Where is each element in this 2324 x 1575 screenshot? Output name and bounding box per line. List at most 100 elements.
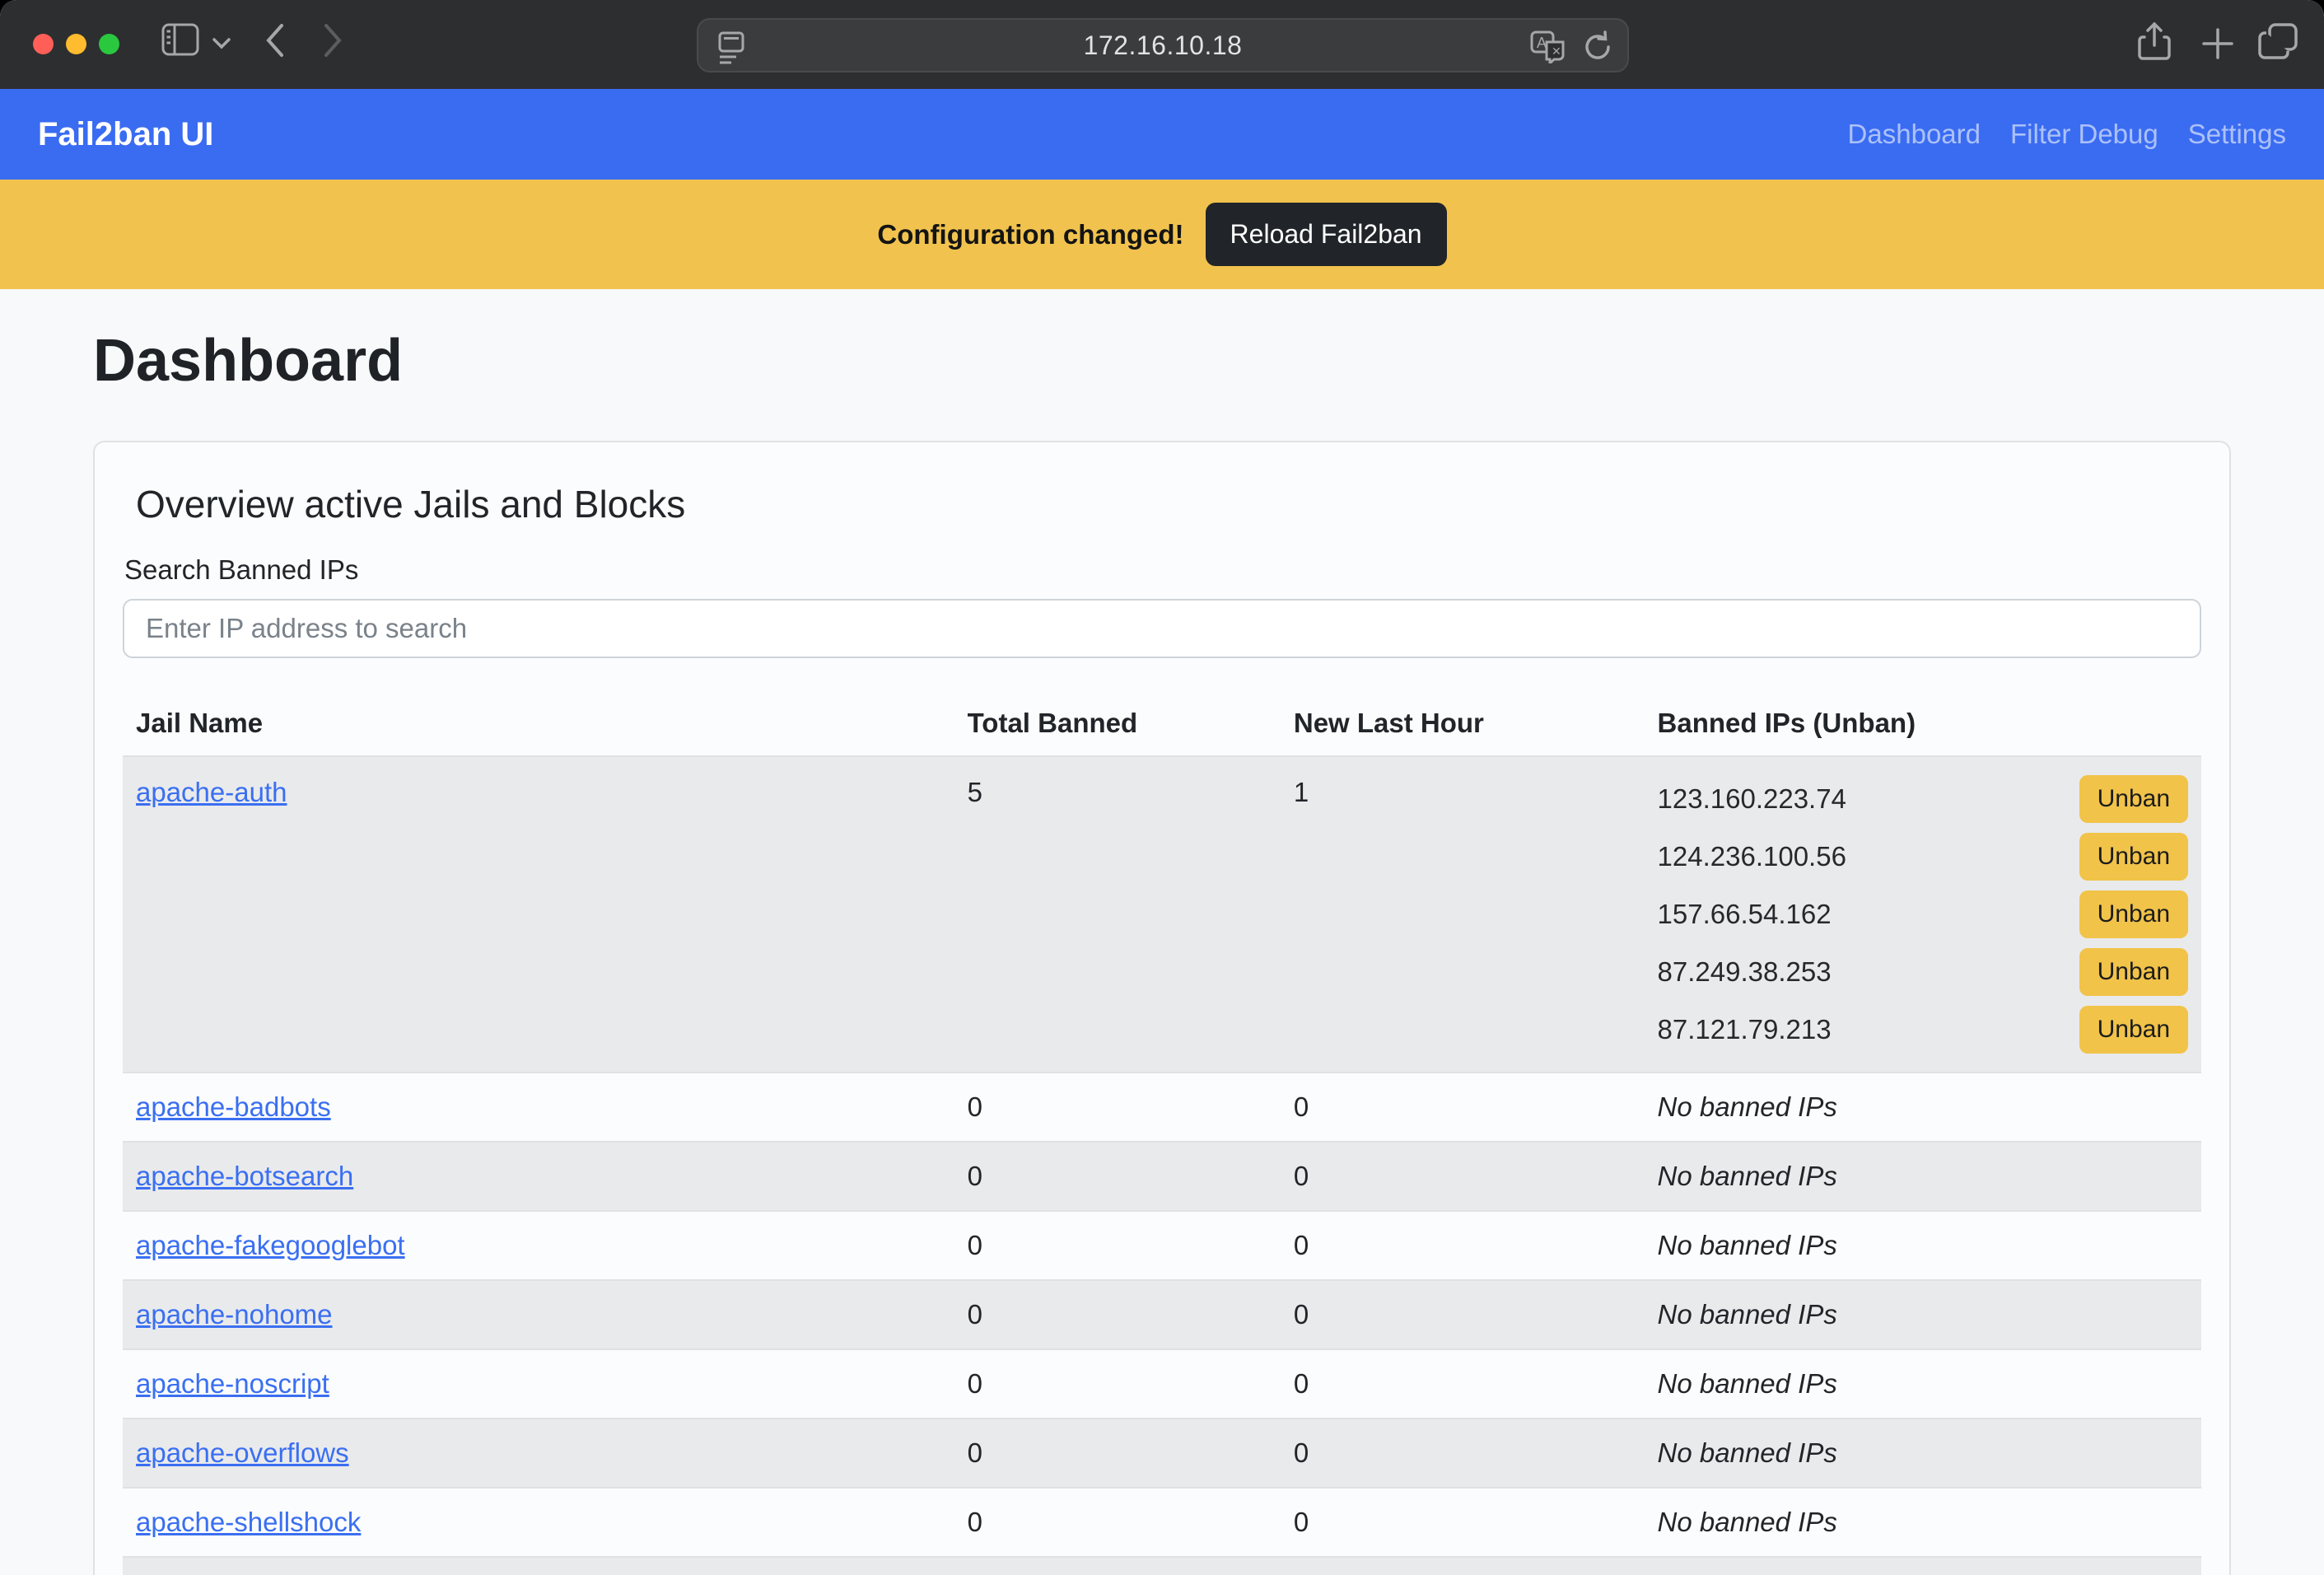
table-row: apache-shellshock00No banned IPs — [123, 1488, 2201, 1557]
jail-link[interactable]: apache-noscript — [136, 1368, 329, 1399]
app-brand[interactable]: Fail2ban UI — [38, 116, 213, 153]
browser-window: 172.16.10.18 A ✕ — [0, 0, 2324, 1575]
card-title: Overview active Jails and Blocks — [136, 482, 2201, 526]
main-content: Dashboard Overview active Jails and Bloc… — [0, 289, 2324, 1575]
new-last-hour-cell: 0 — [1281, 1280, 1645, 1349]
total-banned-cell: 0 — [954, 1349, 1281, 1418]
banned-ip-line: 87.121.79.213Unban — [1658, 1001, 2188, 1059]
total-banned-cell: 0 — [954, 1418, 1281, 1488]
jail-link[interactable]: apache-overflows — [136, 1437, 349, 1468]
page-title: Dashboard — [93, 327, 2231, 395]
banned-ip-line: 124.236.100.56 Unban — [1658, 828, 2188, 886]
nav-link-settings[interactable]: Settings — [2188, 119, 2286, 150]
unban-button[interactable]: Unban — [2079, 775, 2188, 823]
nav-links: Dashboard Filter Debug Settings — [1848, 119, 2286, 150]
search-input[interactable] — [123, 599, 2201, 658]
new-last-hour-cell: 0 — [1281, 1349, 1645, 1418]
total-banned-cell: 0 — [954, 1488, 1281, 1557]
jail-link[interactable]: apache-badbots — [136, 1091, 331, 1122]
nav-link-filter-debug[interactable]: Filter Debug — [2010, 119, 2158, 150]
share-icon[interactable] — [2138, 22, 2171, 62]
banned-ips-cell: 123.160.223.74Unban124.236.100.56Unban15… — [1645, 756, 2201, 1073]
total-banned-cell: 0 — [954, 1142, 1281, 1211]
header-jail-name: Jail Name — [123, 691, 954, 756]
chevron-down-icon[interactable] — [212, 38, 231, 49]
table-header-row: Jail Name Total Banned New Last Hour Ban… — [123, 691, 2201, 756]
new-last-hour-cell: 1 — [1281, 756, 1645, 1073]
jail-name-cell: apache-fakegooglebot — [123, 1211, 954, 1280]
banned-ip-line: 123.160.223.74 Unban — [1658, 770, 2188, 828]
jail-link[interactable]: apache-nohome — [136, 1299, 333, 1330]
total-banned-cell: 0 — [954, 1557, 1281, 1575]
back-icon[interactable] — [265, 23, 285, 58]
page-settings-icon[interactable] — [716, 31, 746, 64]
jail-link[interactable]: apache-fakegooglebot — [136, 1230, 405, 1260]
total-banned-cell: 0 — [954, 1211, 1281, 1280]
banned-ips-cell: No banned IPs — [1645, 1073, 2201, 1142]
banned-ip-address: 157.66.54.162 — [1658, 899, 1832, 930]
tab-overview-icon[interactable] — [2258, 23, 2298, 59]
new-tab-icon[interactable] — [2200, 26, 2235, 61]
header-new-last-hour: New Last Hour — [1281, 691, 1645, 756]
jails-table-body: apache-auth51123.160.223.74Unban124.236.… — [123, 756, 2201, 1575]
address-bar[interactable]: 172.16.10.18 A ✕ — [697, 18, 1629, 72]
banned-ip-address: 124.236.100.56 — [1658, 841, 1846, 872]
jail-name-cell: apache-overflows — [123, 1418, 954, 1488]
app-navbar: Fail2ban UI Dashboard Filter Debug Setti… — [0, 89, 2324, 180]
jail-link[interactable]: apache-botsearch — [136, 1161, 353, 1191]
reload-fail2ban-button[interactable]: Reload Fail2ban — [1206, 203, 1447, 266]
jail-name-cell: apache-noscript — [123, 1349, 954, 1418]
banned-ip-line: 87.249.38.253Unban — [1658, 943, 2188, 1001]
zoom-window-button[interactable] — [99, 34, 119, 54]
sidebar-icon[interactable] — [161, 23, 199, 56]
new-last-hour-cell: 0 — [1281, 1557, 1645, 1575]
svg-text:A: A — [1537, 35, 1547, 51]
table-row: apache-botsearch 00 No banned IPs — [123, 1142, 2201, 1211]
header-banned-ips: Banned IPs (Unban) — [1645, 691, 2201, 756]
table-row: apache-badbots00No banned IPs — [123, 1073, 2201, 1142]
config-changed-banner: Configuration changed! Reload Fail2ban — [0, 180, 2324, 289]
new-last-hour-cell: 0 — [1281, 1488, 1645, 1557]
banned-ip-line: 157.66.54.162 Unban — [1658, 886, 2188, 943]
banner-message: Configuration changed! — [877, 219, 1183, 250]
jail-name-cell: apache-botsearch — [123, 1142, 954, 1211]
new-last-hour-cell: 0 — [1281, 1142, 1645, 1211]
unban-button[interactable]: Unban — [2079, 948, 2188, 996]
svg-text:✕: ✕ — [1552, 45, 1561, 58]
jail-name-cell: apache-badbots — [123, 1073, 954, 1142]
unban-button[interactable]: Unban — [2079, 833, 2188, 881]
jails-table: Jail Name Total Banned New Last Hour Ban… — [123, 691, 2201, 1575]
banned-ip-address: 123.160.223.74 — [1658, 783, 1846, 815]
new-last-hour-cell: 0 — [1281, 1211, 1645, 1280]
table-row: apache-overflows00No banned IPs — [123, 1418, 2201, 1488]
reload-icon[interactable] — [1581, 30, 1614, 63]
banned-ips-cell: No banned IPs — [1645, 1418, 2201, 1488]
jail-name-cell: apache-nohome — [123, 1280, 954, 1349]
translate-icon[interactable]: A ✕ — [1530, 30, 1566, 63]
jail-name-cell: php-url-fopen — [123, 1557, 954, 1575]
search-label: Search Banned IPs — [124, 554, 2201, 586]
table-row: apache-nohome 00 No banned IPs — [123, 1280, 2201, 1349]
banned-ips-cell: No banned IPs — [1645, 1280, 2201, 1349]
jail-name-cell: apache-auth — [123, 756, 954, 1073]
table-row: apache-noscript00No banned IPs — [123, 1349, 2201, 1418]
jail-link[interactable]: apache-auth — [136, 777, 287, 807]
banned-ips-cell: No banned IPs — [1645, 1488, 2201, 1557]
no-banned-ips-text: No banned IPs — [1658, 1437, 1837, 1468]
no-banned-ips-text: No banned IPs — [1658, 1091, 1837, 1122]
jail-link[interactable]: apache-shellshock — [136, 1507, 361, 1537]
unban-button[interactable]: Unban — [2079, 890, 2188, 938]
close-window-button[interactable] — [33, 34, 54, 54]
banned-ips-cell: No banned IPs — [1645, 1142, 2201, 1211]
banned-ips-cell: No banned IPs — [1645, 1211, 2201, 1280]
banned-ips-cell: No banned IPs — [1645, 1557, 2201, 1575]
jail-name-cell: apache-shellshock — [123, 1488, 954, 1557]
no-banned-ips-text: No banned IPs — [1658, 1230, 1837, 1260]
no-banned-ips-text: No banned IPs — [1658, 1299, 1837, 1330]
unban-button[interactable]: Unban — [2079, 1006, 2188, 1054]
no-banned-ips-text: No banned IPs — [1658, 1161, 1837, 1191]
forward-icon[interactable] — [323, 23, 343, 58]
nav-link-dashboard[interactable]: Dashboard — [1848, 119, 1981, 150]
total-banned-cell: 0 — [954, 1280, 1281, 1349]
minimize-window-button[interactable] — [66, 34, 86, 54]
